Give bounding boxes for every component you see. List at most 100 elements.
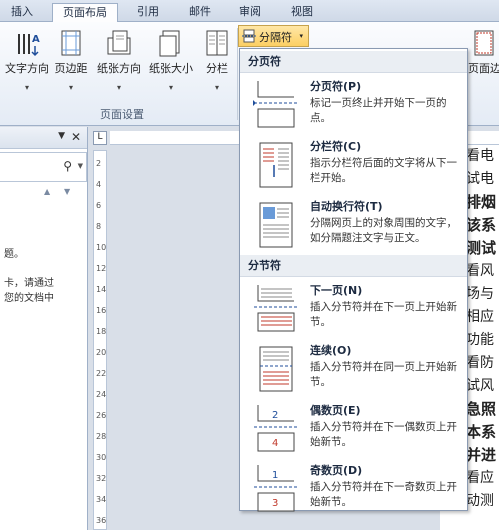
previous-icon[interactable]: ▲: [44, 187, 50, 196]
columns-button[interactable]: 分栏 ▾: [200, 28, 234, 104]
menu-item-description: 插入分节符并在下一奇数页上开始新节。: [310, 481, 457, 508]
chevron-down-icon: ▾: [68, 83, 73, 92]
size-label: 纸张大小: [149, 62, 193, 75]
column-break-icon: [259, 142, 293, 188]
document-text-line: 该系: [466, 216, 497, 234]
navigation-pane-header: ▼ ✕: [0, 127, 87, 149]
page-size-icon: [159, 30, 180, 57]
svg-text:4: 4: [272, 438, 278, 449]
menu-item-title: 自动换行符(T): [310, 200, 383, 213]
menu-item-description: 标记一页终止并开始下一页的点。: [310, 97, 447, 124]
continuous-break-icon: [259, 346, 293, 392]
svg-text:A: A: [32, 34, 40, 45]
text-direction-button[interactable]: A 文字方向 ▾: [2, 28, 52, 104]
menu-item-title: 偶数页(E): [310, 404, 361, 417]
ruler-tick-label: 10: [96, 243, 107, 252]
ruler-tick-label: 2: [96, 159, 102, 168]
ribbon-tab-bar: 插入 页面布局 引用 邮件 审阅 视图: [0, 0, 499, 23]
menu-item-odd-page[interactable]: 1 3 奇数页(D) 插入分节符并在下一奇数页上开始新节。: [240, 459, 467, 519]
margins-button[interactable]: 页边距 ▾: [52, 28, 90, 104]
svg-text:1: 1: [272, 470, 278, 481]
tab-mailings[interactable]: 邮件: [180, 3, 220, 22]
text-wrapping-break-icon: [259, 202, 293, 248]
tab-references[interactable]: 引用: [128, 3, 168, 22]
menu-item-description: 分隔网页上的对象周围的文字，如分隔题注文字与正文。: [310, 217, 457, 244]
document-text-line: 试风: [466, 378, 494, 394]
ruler-tick-label: 30: [96, 453, 107, 462]
menu-item-continuous[interactable]: 连续(O) 插入分节符并在同一页上开始新节。: [240, 339, 467, 399]
page-borders-icon: [474, 30, 493, 56]
chevron-down-icon: ▾: [168, 83, 173, 92]
menu-item-page-break[interactable]: 分页符(P) 标记一页终止并开始下一页的点。: [240, 75, 467, 135]
menu-item-text-wrapping-break[interactable]: 自动换行符(T) 分隔网页上的对象周围的文字，如分隔题注文字与正文。: [240, 195, 467, 255]
menu-item-even-page[interactable]: 2 4 偶数页(E) 插入分节符并在下一偶数页上开始新节。: [240, 399, 467, 459]
page-setup-group-label: 页面设置: [100, 108, 144, 121]
breaks-button[interactable]: 分隔符 ▾: [238, 25, 309, 47]
document-text-line: 看电: [466, 148, 494, 164]
search-icon[interactable]: ⚲: [63, 159, 72, 173]
navigation-pane: ▼ ✕ ⚲ ▼ ▲ ▼ 题。 卡，请通过 您的文档中: [0, 127, 88, 530]
tab-review[interactable]: 审阅: [230, 3, 270, 22]
ruler-tick-label: 24: [96, 390, 107, 399]
document-text-line: 相应: [466, 309, 494, 325]
breaks-label: 分隔符: [259, 31, 292, 44]
even-page-break-icon: 2 4: [254, 405, 298, 452]
ruler-tick-label: 26: [96, 411, 107, 420]
tab-selector[interactable]: L: [93, 131, 107, 145]
chevron-down-icon: ▾: [299, 32, 303, 40]
columns-label: 分栏: [206, 62, 228, 75]
odd-page-break-icon: 1 3: [254, 465, 298, 512]
menu-item-description: 插入分节符并在下一页上开始新节。: [310, 301, 457, 328]
menu-item-description: 插入分节符并在同一页上开始新节。: [310, 361, 457, 388]
ruler-tick-label: 18: [96, 327, 107, 336]
page-break-icon: [253, 81, 298, 128]
ruler-tick-label: 14: [96, 285, 107, 294]
menu-item-title: 奇数页(D): [310, 464, 363, 477]
ruler-tick-label: 34: [96, 495, 107, 504]
tab-insert[interactable]: 插入: [4, 3, 40, 22]
document-text-line: 看防: [466, 355, 494, 371]
page-borders-button[interactable]: 页面边: [468, 28, 499, 104]
next-page-break-icon: [254, 285, 298, 332]
tab-view[interactable]: 视图: [282, 3, 322, 22]
close-icon[interactable]: ✕: [71, 130, 81, 144]
size-button[interactable]: 纸张大小 ▾: [146, 28, 196, 104]
menu-item-title: 分页符(P): [310, 80, 362, 93]
menu-item-description: 插入分节符并在下一偶数页上开始新节。: [310, 421, 457, 448]
document-text-line: 看风: [466, 263, 494, 279]
ruler-tick-label: 4: [96, 180, 102, 189]
next-icon[interactable]: ▼: [64, 187, 70, 196]
menu-item-description: 指示分栏符后面的文字将从下一栏开始。: [310, 157, 457, 184]
vertical-ruler[interactable]: 2 4 6 8 10 12 14 16 18 20 22 24 26 28 30 32 34 36: [93, 150, 107, 530]
menu-item-title: 连续(O): [310, 344, 352, 357]
ruler-tick-label: 12: [96, 264, 107, 273]
tab-page-layout[interactable]: 页面布局: [52, 3, 118, 23]
document-text-line: 场与: [466, 286, 494, 302]
document-text-line: 并进: [466, 446, 497, 464]
document-text-line: 测试: [466, 239, 497, 257]
page-borders-label: 页面边: [468, 62, 499, 75]
breaks-icon: [242, 29, 256, 43]
section-breaks-section-header: 分节符: [240, 255, 467, 277]
svg-text:2: 2: [272, 410, 278, 421]
chevron-down-icon[interactable]: ▼: [78, 162, 83, 170]
chevron-down-icon: ▾: [116, 83, 121, 92]
document-text-line: 急照: [466, 400, 497, 418]
search-input[interactable]: ⚲ ▼: [0, 152, 87, 182]
margins-label: 页边距: [54, 62, 88, 75]
document-text-line: 看应: [466, 470, 494, 486]
menu-item-column-break[interactable]: 分栏符(C) 指示分栏符后面的文字将从下一栏开始。: [240, 135, 467, 195]
text-direction-icon: A: [18, 34, 40, 57]
document-text-line: 试电: [466, 171, 494, 187]
chevron-down-icon: ▾: [214, 83, 219, 92]
orientation-icon: [107, 30, 131, 55]
document-text-line: 本系: [466, 423, 497, 441]
menu-item-next-page[interactable]: 下一页(N) 插入分节符并在下一页上开始新节。: [240, 279, 467, 339]
chevron-down-icon: ▾: [24, 83, 29, 92]
ruler-tick-label: 22: [96, 369, 107, 378]
navigation-arrows: ▲ ▼: [0, 185, 87, 201]
orientation-button[interactable]: 纸张方向 ▾: [94, 28, 144, 104]
margins-icon: [61, 30, 81, 56]
pane-text-line: 您的文档中: [4, 293, 54, 304]
pane-options-icon[interactable]: ▼: [58, 131, 65, 141]
